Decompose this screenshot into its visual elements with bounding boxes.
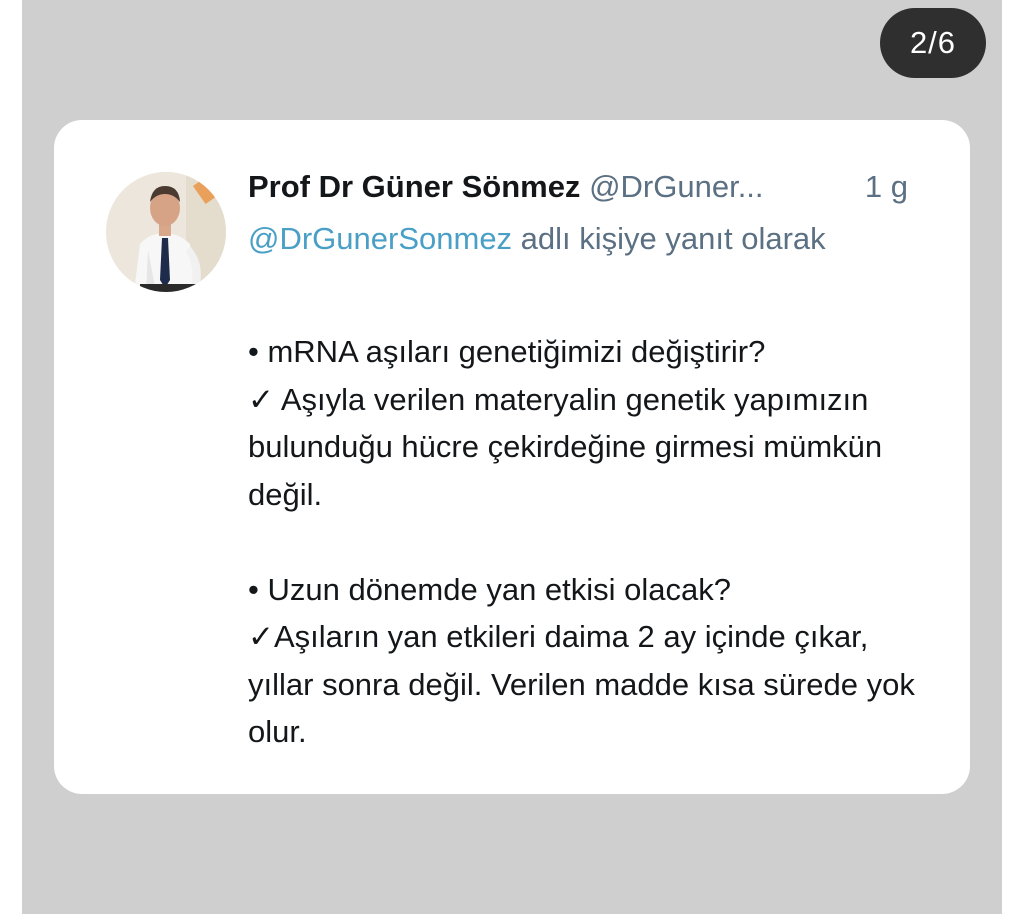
reply-mention-link[interactable]: @DrGunerSonmez bbox=[248, 221, 512, 256]
avatar[interactable] bbox=[106, 172, 226, 292]
page-counter-text: 2/6 bbox=[909, 25, 957, 60]
author-name[interactable]: Prof Dr Güner Sönmez bbox=[248, 169, 580, 204]
story-frame: 2/6 Prof Dr Güner Sönmez @DrGuner... 1 g… bbox=[0, 0, 1024, 914]
timestamp[interactable]: 1 g bbox=[865, 164, 908, 210]
tweet-header: Prof Dr Güner Sönmez @DrGuner... 1 g bbox=[248, 164, 938, 210]
page-counter-badge: 2/6 bbox=[880, 8, 986, 78]
tweet-body: • mRNA aşıları genetiğimizi değiştirir? … bbox=[248, 328, 928, 756]
tweet-paragraph-2: • Uzun dönemde yan etkisi olacak? ✓Aşıla… bbox=[248, 571, 915, 750]
reply-context-text: adlı kişiye yanıt olarak bbox=[512, 221, 826, 256]
avatar-photo bbox=[106, 172, 226, 292]
tweet-paragraph-1: • mRNA aşıları genetiğimizi değiştirir? … bbox=[248, 334, 883, 512]
author-handle[interactable]: @DrGuner... bbox=[589, 169, 763, 204]
reply-context: @DrGunerSonmez adlı kişiye yanıt olarak bbox=[248, 214, 868, 264]
tweet-card[interactable]: Prof Dr Güner Sönmez @DrGuner... 1 g @Dr… bbox=[54, 120, 970, 794]
